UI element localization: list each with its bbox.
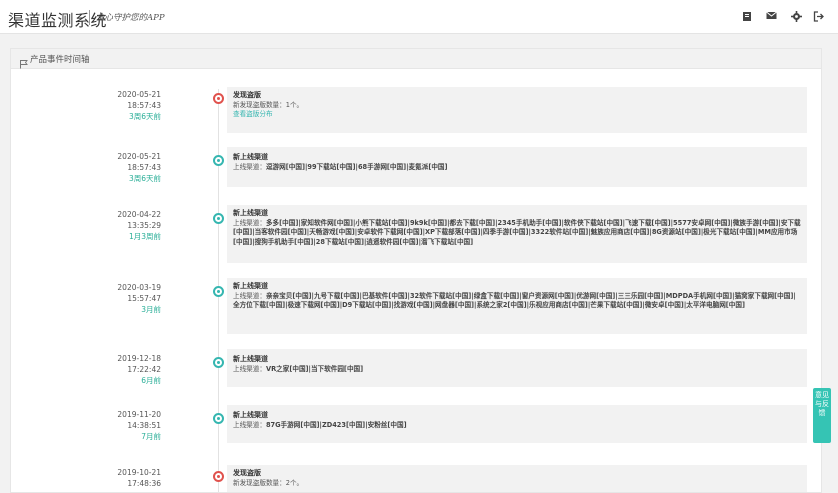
event-label: 上线渠道：	[233, 291, 266, 300]
event-title: 发现盗版	[233, 91, 261, 99]
event-card: 新上线渠道 上线渠道：VR之家[中国]|当下软件园[中国]	[227, 349, 807, 387]
channel-dot-icon	[213, 213, 224, 224]
event-label: 上线渠道：	[233, 420, 266, 429]
event-datetime: 2020-04-22 13:35:29 1月3周前	[117, 210, 161, 241]
document-icon[interactable]	[741, 11, 753, 23]
event-card: 发现盗版 新发现盗版数量：2个。	[227, 465, 807, 492]
event-card: 新上线渠道 上线渠道：亲亲宝贝[中国]|九号下载[中国]|巴基软件[中国]|32…	[227, 278, 807, 334]
event-title: 新上线渠道	[233, 355, 268, 363]
event-datetime: 2019-10-21 17:48:36	[117, 468, 161, 488]
channel-dot-icon	[213, 155, 224, 166]
event-title: 新上线渠道	[233, 209, 268, 217]
panel-header: 产品事件时间轴	[11, 49, 821, 69]
alert-dot-icon	[213, 471, 224, 482]
event-datetime: 2019-11-20 14:38:51 7月前	[117, 410, 161, 441]
event-text: 2个。	[285, 478, 304, 487]
flag-icon	[19, 54, 29, 69]
channel-dot-icon	[213, 357, 224, 368]
view-piracy-link[interactable]: 查看盗版分布	[233, 110, 801, 120]
event-title: 新上线渠道	[233, 411, 268, 419]
event-datetime: 2020-05-21 18:57:43 3周6天前	[117, 90, 161, 121]
channel-dot-icon	[213, 413, 224, 424]
alert-dot-icon	[213, 93, 224, 104]
logout-icon[interactable]	[812, 11, 824, 23]
event-label: 上线渠道：	[233, 162, 266, 171]
event-label: 上线渠道：	[233, 364, 266, 373]
gear-icon[interactable]	[790, 11, 802, 23]
feedback-button[interactable]: 意见与反馈	[813, 388, 831, 443]
top-bar: 渠道监测系统 全心守护您的APP	[0, 0, 838, 34]
event-title: 发现盗版	[233, 469, 261, 477]
panel-title: 产品事件时间轴	[30, 55, 90, 65]
event-card: 发现盗版 新发现盗版数量：1个。 查看盗版分布	[227, 87, 807, 133]
event-text: 87G手游网[中国]|ZD423[中国]|安粉丝[中国]	[265, 420, 407, 429]
event-label: 上线渠道：	[233, 218, 266, 227]
event-datetime: 2020-03-19 15:57:47 3月前	[117, 283, 161, 314]
event-card: 新上线渠道 上线渠道：87G手游网[中国]|ZD423[中国]|安粉丝[中国]	[227, 405, 807, 443]
event-card: 新上线渠道 上线渠道：逗游网[中国]|99下载站[中国]|68手游网[中国]|麦…	[227, 147, 807, 187]
event-title: 新上线渠道	[233, 153, 268, 161]
event-title: 新上线渠道	[233, 282, 268, 290]
app-slogan: 全心守护您的APP	[96, 13, 165, 23]
event-datetime: 2019-12-18 17:22:42 6月前	[117, 354, 161, 385]
event-card: 新上线渠道 上线渠道：多多[中国]|家知软件网[中国]|小熊下载站[中国]|9k…	[227, 205, 807, 263]
event-text: 亲亲宝贝[中国]|九号下载[中国]|巴基软件[中国]|32软件下载站[中国]|绿…	[233, 291, 796, 310]
mail-icon[interactable]	[765, 11, 777, 23]
timeline-panel: 产品事件时间轴 2020-05-21 18:57:43 3周6天前 发现盗版 新…	[10, 48, 822, 493]
channel-dot-icon	[213, 286, 224, 297]
event-text: 逗游网[中国]|99下载站[中国]|68手游网[中国]|麦氪派[中国]	[265, 162, 448, 171]
event-text: 多多[中国]|家知软件网[中国]|小熊下载站[中国]|9k9k[中国]|都去下载…	[233, 218, 801, 246]
title-divider	[89, 10, 90, 25]
event-text: 1个。	[285, 100, 304, 109]
event-text: VR之家[中国]|当下软件园[中国]	[265, 364, 364, 373]
event-label: 新发现盗版数量：	[233, 100, 286, 109]
event-label: 新发现盗版数量：	[233, 478, 286, 487]
app-title: 渠道监测系统	[8, 11, 108, 30]
event-datetime: 2020-05-21 18:57:43 3周6天前	[117, 152, 161, 183]
